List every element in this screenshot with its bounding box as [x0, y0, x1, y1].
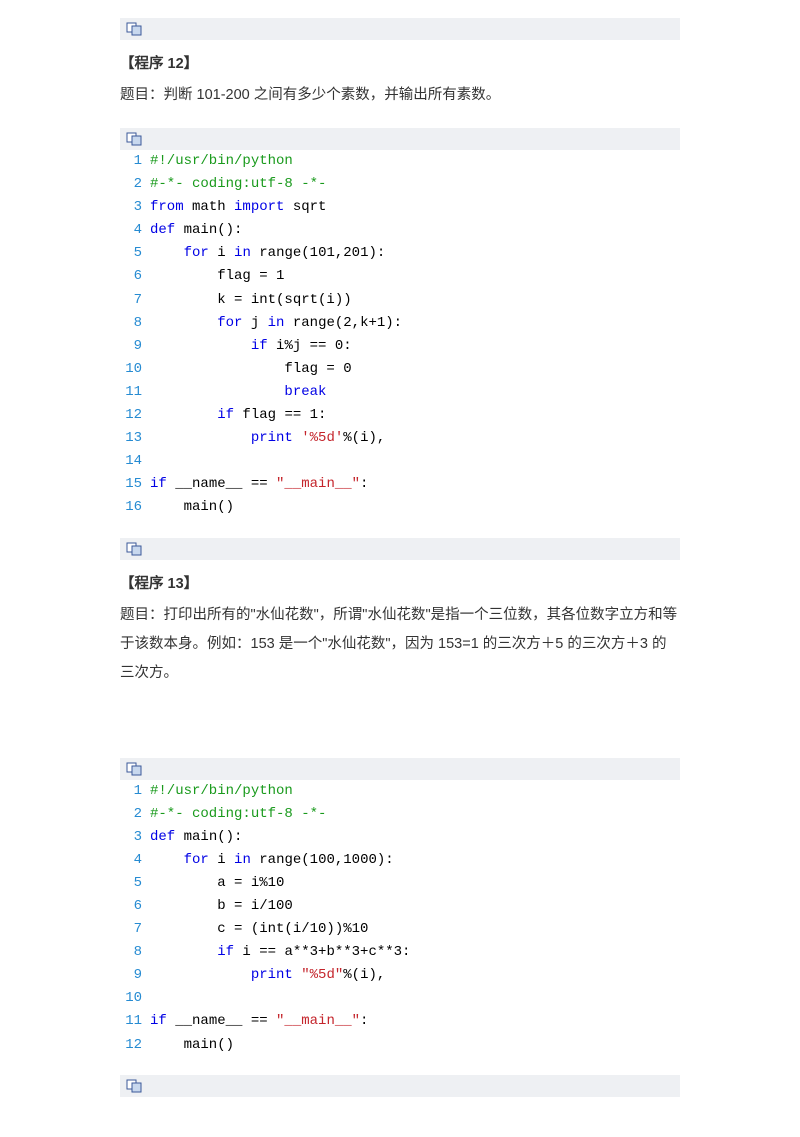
code-line: 3 from math import sqrt [120, 196, 680, 219]
code-line: 5 for i in range(101,201): [120, 242, 680, 265]
line-number: 10 [120, 358, 142, 381]
code-line: 12 main() [120, 1034, 680, 1057]
code-line: 4 def main(): [120, 219, 680, 242]
code-line: 9 if i%j == 0: [120, 335, 680, 358]
code-text: print '%5d'%(i), [150, 427, 385, 450]
code-text: def main(): [150, 219, 242, 242]
line-number: 4 [120, 849, 142, 872]
line-number: 12 [120, 1034, 142, 1057]
code-line: 6 b = i/100 [120, 895, 680, 918]
code-text: print "%5d"%(i), [150, 964, 385, 987]
line-number: 9 [120, 335, 142, 358]
code-text: #!/usr/bin/python [150, 150, 293, 173]
line-number: 5 [120, 872, 142, 895]
code-text: break [150, 381, 326, 404]
code-block: 1 #!/usr/bin/python 2 #-*- coding:utf-8 -*-… [120, 150, 680, 520]
copy-icon[interactable] [120, 1075, 680, 1097]
code-line: 9 print "%5d"%(i), [120, 964, 680, 987]
code-line: 14 [120, 450, 680, 473]
line-number: 14 [120, 450, 142, 473]
code-text: c = (int(i/10))%10 [150, 918, 368, 941]
code-text: #-*- coding:utf-8 -*- [150, 173, 326, 196]
copy-icon[interactable] [120, 758, 680, 780]
code-line: 4 for i in range(100,1000): [120, 849, 680, 872]
code-text: if i == a**3+b**3+c**3: [150, 941, 410, 964]
line-number: 10 [120, 987, 142, 1010]
code-line: 10 flag = 0 [120, 358, 680, 381]
code-line: 1 #!/usr/bin/python [120, 780, 680, 803]
line-number: 6 [120, 895, 142, 918]
code-line: 11 break [120, 381, 680, 404]
code-text: main() [150, 1034, 234, 1057]
code-text: #-*- coding:utf-8 -*- [150, 803, 326, 826]
code-line: 6 flag = 1 [120, 265, 680, 288]
code-text: if flag == 1: [150, 404, 326, 427]
code-line: 15 if __name__ == "__main__": [120, 473, 680, 496]
code-block: 1 #!/usr/bin/python 2 #-*- coding:utf-8 -*-… [120, 780, 680, 1057]
code-text: from math import sqrt [150, 196, 326, 219]
code-line: 2 #-*- coding:utf-8 -*- [120, 803, 680, 826]
code-line: 7 c = (int(i/10))%10 [120, 918, 680, 941]
line-number: 7 [120, 289, 142, 312]
program-description: 题目：判断 101-200 之间有多少个素数，并输出所有素数。 [120, 81, 680, 110]
program-heading: 【程序 12】 [120, 52, 680, 73]
line-number: 8 [120, 941, 142, 964]
code-text: main() [150, 496, 234, 519]
code-text: for i in range(101,201): [150, 242, 385, 265]
code-text: for i in range(100,1000): [150, 849, 394, 872]
copy-icon[interactable] [120, 18, 680, 40]
line-number: 2 [120, 803, 142, 826]
line-number: 3 [120, 826, 142, 849]
code-text: if __name__ == "__main__": [150, 473, 368, 496]
line-number: 9 [120, 964, 142, 987]
program-heading: 【程序 13】 [120, 572, 680, 593]
code-text: b = i/100 [150, 895, 293, 918]
code-line: 10 [120, 987, 680, 1010]
line-number: 1 [120, 780, 142, 803]
line-number: 15 [120, 473, 142, 496]
line-number: 12 [120, 404, 142, 427]
code-text: def main(): [150, 826, 242, 849]
code-line: 12 if flag == 1: [120, 404, 680, 427]
program-description: 题目：打印出所有的"水仙花数"，所谓"水仙花数"是指一个三位数，其各位数字立方和… [120, 601, 680, 688]
code-line: 13 print '%5d'%(i), [120, 427, 680, 450]
code-line: 16 main() [120, 496, 680, 519]
code-text: flag = 1 [150, 265, 284, 288]
code-text: for j in range(2,k+1): [150, 312, 402, 335]
code-line: 2 #-*- coding:utf-8 -*- [120, 173, 680, 196]
code-line: 8 for j in range(2,k+1): [120, 312, 680, 335]
line-number: 7 [120, 918, 142, 941]
copy-icon[interactable] [120, 128, 680, 150]
document-body: 【程序 12】题目：判断 101-200 之间有多少个素数，并输出所有素数。 1 #… [120, 18, 680, 1097]
copy-icon[interactable] [120, 538, 680, 560]
line-number: 1 [120, 150, 142, 173]
code-line: 5 a = i%10 [120, 872, 680, 895]
code-text: k = int(sqrt(i)) [150, 289, 352, 312]
code-text: a = i%10 [150, 872, 284, 895]
line-number: 4 [120, 219, 142, 242]
code-text: if i%j == 0: [150, 335, 352, 358]
code-text: if __name__ == "__main__": [150, 1010, 368, 1033]
line-number: 6 [120, 265, 142, 288]
code-line: 11 if __name__ == "__main__": [120, 1010, 680, 1033]
code-line: 7 k = int(sqrt(i)) [120, 289, 680, 312]
line-number: 16 [120, 496, 142, 519]
code-line: 8 if i == a**3+b**3+c**3: [120, 941, 680, 964]
line-number: 11 [120, 1010, 142, 1033]
code-line: 3 def main(): [120, 826, 680, 849]
line-number: 13 [120, 427, 142, 450]
line-number: 8 [120, 312, 142, 335]
line-number: 11 [120, 381, 142, 404]
line-number: 5 [120, 242, 142, 265]
code-text: #!/usr/bin/python [150, 780, 293, 803]
line-number: 2 [120, 173, 142, 196]
code-line: 1 #!/usr/bin/python [120, 150, 680, 173]
code-text: flag = 0 [150, 358, 352, 381]
line-number: 3 [120, 196, 142, 219]
